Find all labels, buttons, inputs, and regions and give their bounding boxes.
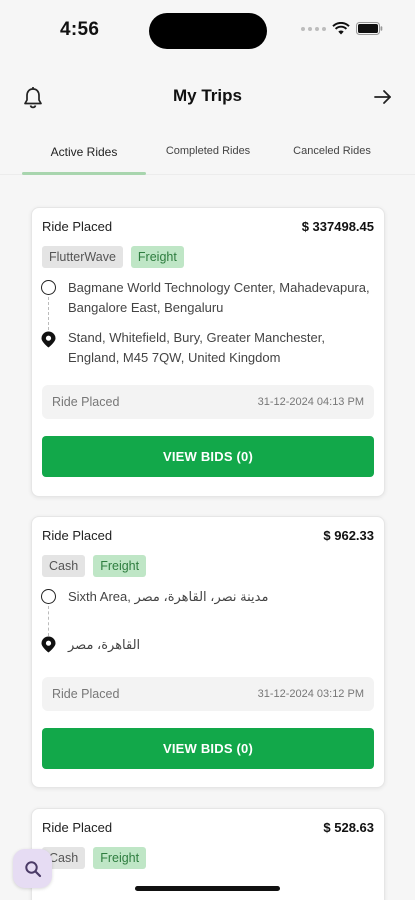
tab-completed-rides[interactable]: Completed Rides [150,145,266,157]
ride-date: 31-12-2024 03:12 PM [257,688,364,700]
ride-type-badge: Freight [130,246,184,268]
dropoff-address: Stand, Whitefield, Bury, Greater Manches… [68,330,325,365]
ride-type-badge: Freight [93,847,147,869]
search-icon [24,860,41,877]
payment-badge: Cash [42,555,86,577]
page-title: My Trips [173,86,242,105]
ride-price: $ 528.63 [323,820,374,835]
ride-status: Ride Placed [42,528,113,543]
map-pin-icon [41,636,56,658]
info-status: Ride Placed [52,687,120,701]
ride-price: $ 962.33 [323,528,374,543]
ride-price: $ 337498.45 [301,219,374,234]
arrow-right-icon[interactable] [373,87,393,112]
signal-icon [301,26,326,31]
search-fab[interactable] [13,849,52,888]
dynamic-island [149,13,267,49]
battery-icon [356,22,383,35]
view-bids-button[interactable]: VIEW BIDS (0) [42,436,374,477]
ride-info-row: Ride Placed 31-12-2024 04:13 PM [42,385,374,419]
tab-canceled-rides[interactable]: Canceled Rides [272,145,392,157]
pickup-icon [41,589,56,604]
pickup-address: Sixth Area, مدينة نصر، القاهرة، مصر [68,589,269,604]
status-icons [301,22,383,35]
ride-date: 31-12-2024 04:13 PM [257,396,364,408]
status-time: 4:56 [60,19,100,40]
app-header: My Trips [0,78,415,118]
pickup-icon [41,280,56,295]
ride-type-badge: Freight [93,555,147,577]
ride-card[interactable]: Ride Placed $ 337498.45 FlutterWave Frei… [31,207,385,497]
payment-badge: FlutterWave [42,246,123,268]
ride-card[interactable]: Ride Placed $ 962.33 Cash Freight Sixth … [31,516,385,788]
active-tab-indicator [22,172,146,175]
route-line [48,606,49,636]
map-pin-icon [41,331,56,353]
view-bids-button[interactable]: VIEW BIDS (0) [42,728,374,769]
pickup-address: Bagmane World Technology Center, Mahadev… [68,280,370,315]
ride-status: Ride Placed [42,820,113,835]
info-status: Ride Placed [52,395,120,409]
dropoff-address: القاهرة، مصر [68,637,141,652]
ride-status: Ride Placed [42,219,113,234]
route-line [48,297,49,330]
home-indicator [135,886,280,891]
tab-bar: Active Rides Completed Rides Canceled Ri… [0,138,415,178]
status-bar: 4:56 [0,0,415,62]
wifi-icon [332,22,350,35]
ride-info-row: Ride Placed 31-12-2024 03:12 PM [42,677,374,711]
tab-active-rides[interactable]: Active Rides [22,145,146,159]
